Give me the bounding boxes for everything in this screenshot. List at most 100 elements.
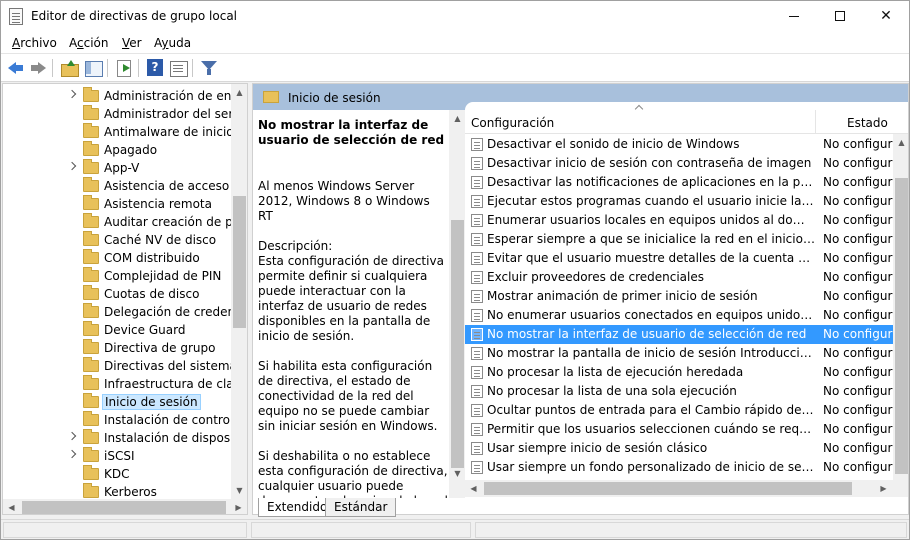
scroll-down-icon[interactable]: ▼ (449, 465, 465, 482)
export-list-icon[interactable] (114, 58, 134, 78)
scroll-left-icon[interactable]: ◀ (465, 480, 482, 497)
tree-horizontal-scrollbar[interactable]: ◀ ▶ (3, 499, 247, 514)
setting-state: No configurada (823, 327, 893, 341)
table-row[interactable]: Evitar que el usuario muestre detalles d… (465, 249, 893, 268)
scroll-down-icon[interactable]: ▼ (231, 482, 247, 499)
menu-archivo[interactable]: Archivo (12, 36, 57, 50)
tree-item[interactable]: Directivas del sistema operativo (3, 357, 233, 375)
table-row[interactable]: No procesar la lista de ejecución hereda… (465, 363, 893, 382)
tree-item[interactable]: Caché NV de disco (3, 231, 233, 249)
table-row[interactable]: Ocultar puntos de entrada para el Cambio… (465, 401, 893, 420)
tree-scroll-thumb[interactable] (233, 196, 246, 328)
setting-name: No mostrar la interfaz de usuario de sel… (487, 327, 807, 341)
chevron-right-icon[interactable] (67, 449, 77, 459)
tab-estandar[interactable]: Estándar (325, 498, 397, 517)
title-bar[interactable]: Editor de directivas de grupo local ✕ (1, 1, 909, 32)
menu-bar: Archivo Acción Ver Ayuda (1, 32, 909, 54)
scroll-right-icon[interactable]: ▶ (230, 499, 247, 514)
column-separator[interactable] (815, 110, 816, 134)
show-hide-tree-icon[interactable] (83, 58, 103, 78)
chevron-right-icon[interactable] (67, 431, 77, 441)
close-button[interactable]: ✕ (863, 1, 909, 32)
help-icon[interactable] (145, 58, 165, 78)
tree-item[interactable]: Inicio de sesión (3, 393, 233, 411)
list-vertical-scrollbar[interactable]: ▲ (893, 134, 908, 480)
tree-item[interactable]: Asistencia remota (3, 195, 233, 213)
toolbar-separator (107, 59, 108, 77)
folder-up-icon[interactable] (59, 58, 79, 78)
table-row[interactable]: Ejecutar estos programas cuando el usuar… (465, 192, 893, 211)
tree-item[interactable]: Administrador del servicio (3, 105, 233, 123)
table-row[interactable]: Mostrar animación de primer inicio de se… (465, 287, 893, 306)
tree-item[interactable]: Complejidad de PIN (3, 267, 233, 285)
scroll-up-icon[interactable]: ▲ (893, 134, 908, 151)
list-hscroll-thumb[interactable] (484, 482, 852, 495)
tree-item[interactable]: Directiva de grupo (3, 339, 233, 357)
tree-hscroll-thumb[interactable] (22, 501, 226, 514)
tree-item[interactable]: iSCSI (3, 447, 233, 465)
scroll-left-icon[interactable]: ◀ (3, 499, 20, 514)
table-row[interactable]: No procesar la lista de una sola ejecuci… (465, 382, 893, 401)
table-row[interactable]: Desactivar el sonido de inicio de Window… (465, 135, 893, 154)
tree-item[interactable]: KDC (3, 465, 233, 483)
tree-item[interactable]: Infraestructura de clasificación (3, 375, 233, 393)
tree-item[interactable]: Apagado (3, 141, 233, 159)
column-header-state[interactable]: Estado (847, 116, 888, 130)
scroll-up-icon[interactable]: ▲ (449, 110, 465, 127)
tree-item[interactable]: Instalación de controladores (3, 411, 233, 429)
properties-icon[interactable] (168, 58, 188, 78)
setting-state: No configurada (823, 251, 893, 265)
description-scrollbar[interactable]: ▲ ▼ (449, 110, 465, 498)
filter-icon[interactable] (199, 58, 219, 78)
folder-icon (83, 141, 99, 156)
tree-item[interactable]: COM distribuido (3, 249, 233, 267)
folder-icon (83, 105, 99, 120)
scroll-right-icon[interactable]: ▶ (875, 480, 892, 497)
scroll-up-icon[interactable]: ▲ (231, 84, 247, 101)
menu-ayuda[interactable]: Ayuda (154, 36, 191, 50)
table-row[interactable]: Permitir que los usuarios seleccionen cu… (465, 420, 893, 439)
tree-item[interactable]: Instalación de dispositivos (3, 429, 233, 447)
table-row[interactable]: No enumerar usuarios conectados en equip… (465, 306, 893, 325)
table-row[interactable]: Enumerar usuarios locales en equipos uni… (465, 211, 893, 230)
minimize-button[interactable] (771, 1, 817, 32)
table-row[interactable]: No mostrar la interfaz de usuario de sel… (465, 325, 893, 344)
tree-item[interactable]: App-V (3, 159, 233, 177)
chevron-right-icon[interactable] (67, 161, 77, 171)
table-row[interactable]: No mostrar la pantalla de inicio de sesi… (465, 344, 893, 363)
tree-item[interactable]: Asistencia de acceso denegado (3, 177, 233, 195)
list-scroll-thumb[interactable] (895, 178, 908, 474)
tree-item[interactable]: Cuotas de disco (3, 285, 233, 303)
tree-item[interactable]: Delegación de credenciales (3, 303, 233, 321)
tree-item[interactable]: Administración de energía (3, 87, 233, 105)
description-scroll-thumb[interactable] (451, 220, 464, 468)
table-row[interactable]: Esperar siempre a que se inicialice la r… (465, 230, 893, 249)
arrow-left-icon[interactable] (6, 58, 26, 78)
folder-icon (83, 123, 99, 138)
tree-item-label: Device Guard (104, 323, 186, 337)
toolbar-separator (52, 59, 53, 77)
tree-item[interactable]: Antimalware de inicio temprano (3, 123, 233, 141)
table-row[interactable]: Usar siempre inicio de sesión clásico No … (465, 439, 893, 458)
setting-name: Mostrar animación de primer inicio de se… (487, 289, 758, 303)
tree-vertical-scrollbar[interactable]: ▲ ▼ (231, 84, 247, 499)
folder-icon (83, 267, 99, 282)
arrow-right-icon[interactable] (28, 58, 48, 78)
menu-accion[interactable]: Acción (69, 36, 109, 50)
policy-setting-icon (471, 385, 483, 398)
policy-editor-app-icon (9, 8, 23, 25)
table-row[interactable]: Usar siempre un fondo personalizado de i… (465, 458, 893, 477)
menu-ver[interactable]: Ver (122, 36, 142, 50)
tree-item[interactable]: Device Guard (3, 321, 233, 339)
tree-item[interactable]: Auditar creación de procesos (3, 213, 233, 231)
chevron-right-icon[interactable] (67, 89, 77, 99)
table-row[interactable]: Desactivar las notificaciones de aplicac… (465, 173, 893, 192)
column-header-setting[interactable]: Configuración (471, 116, 554, 130)
table-row[interactable]: Excluir proveedores de credenciales No co… (465, 268, 893, 287)
table-row[interactable]: Desactivar inicio de sesión con contrase… (465, 154, 893, 173)
folder-icon (83, 429, 99, 444)
setting-state: No configurada (823, 365, 893, 379)
maximize-button[interactable] (817, 1, 863, 32)
list-horizontal-scrollbar[interactable]: ◀ ▶ (465, 480, 908, 497)
setting-name: Esperar siempre a que se inicialice la r… (487, 232, 815, 246)
